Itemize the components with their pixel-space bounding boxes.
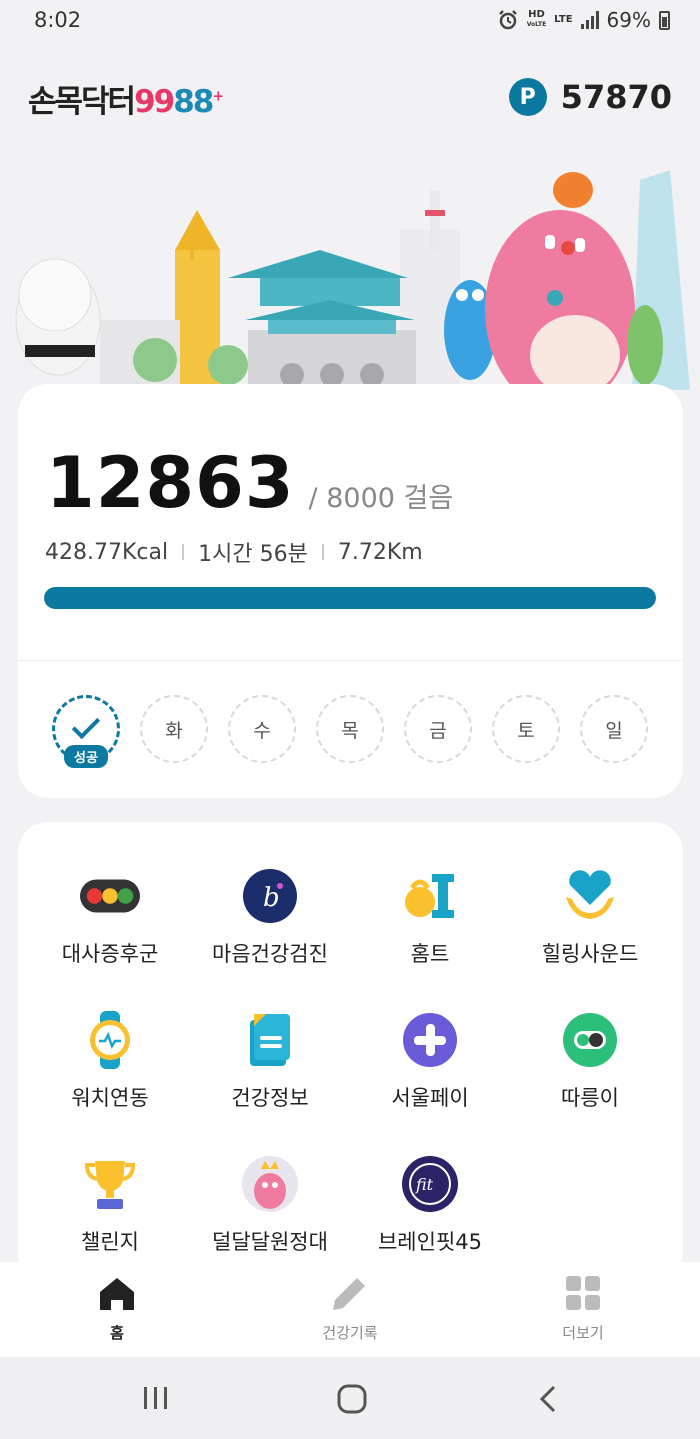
- hero-illustration: [15, 170, 690, 390]
- day-sunday[interactable]: 일: [580, 695, 648, 763]
- card-divider: [18, 660, 683, 661]
- menu-label: 챌린지: [81, 1230, 139, 1254]
- step-goal: / 8000 걸음: [308, 483, 454, 514]
- nav-health-record[interactable]: 건강기록: [290, 1276, 410, 1343]
- recent-apps-button[interactable]: [142, 1385, 170, 1411]
- alarm-icon: [498, 10, 517, 30]
- check-icon: [71, 710, 101, 740]
- menu-label: 서울페이: [391, 1086, 469, 1110]
- bike-toggle-icon: [560, 1010, 620, 1070]
- logo-number-a: 99: [134, 84, 175, 120]
- svg-text:b: b: [263, 883, 280, 913]
- day-thursday[interactable]: 목: [316, 695, 384, 763]
- status-icons: HD VoLTE LTE 69%: [497, 8, 670, 32]
- bottom-nav: 홈 건강기록 더보기: [0, 1262, 700, 1357]
- step-count-row: 12863 / 8000 걸음: [46, 442, 453, 524]
- duration-value: 1시간 56분: [198, 542, 308, 567]
- day-tuesday[interactable]: 화: [140, 695, 208, 763]
- nav-label: 더보기: [562, 1324, 604, 1342]
- weekly-status: 성공 화 수 목 금 토 일: [52, 695, 648, 768]
- menu-label: 덜달달원정대: [212, 1230, 328, 1254]
- points-value: 57870: [560, 78, 672, 116]
- point-icon: P: [508, 78, 547, 116]
- document-icon: [240, 1010, 300, 1070]
- step-progress-fill: [44, 587, 656, 609]
- step-count: 12863: [46, 442, 295, 524]
- day-friday[interactable]: 금: [404, 695, 472, 763]
- stat-divider: [182, 544, 185, 560]
- menu-label: 워치연동: [71, 1086, 149, 1110]
- menu-metabolic-syndrome[interactable]: 대사증후군: [30, 866, 190, 968]
- menu-healing-sound[interactable]: 힐링사운드: [510, 866, 670, 968]
- points-display[interactable]: P 57870: [508, 78, 672, 116]
- menu-card: 대사증후군 b 마음건강검진 홈트 힐링사운드 워치연동 건강정보 서울페이 따…: [18, 822, 683, 1282]
- nav-home[interactable]: 홈: [57, 1276, 177, 1343]
- app-logo[interactable]: 손목닥터9988+: [28, 76, 224, 121]
- nav-label: 건강기록: [322, 1324, 378, 1342]
- menu-deoldaldal[interactable]: 덜달달원정대: [190, 1154, 350, 1256]
- day-wednesday[interactable]: 수: [228, 695, 296, 763]
- lte-indicator: LTE: [554, 14, 573, 25]
- menu-label: 브레인핏45: [377, 1230, 482, 1254]
- status-time: 8:02: [34, 8, 82, 32]
- grid-icon: [566, 1276, 600, 1310]
- menu-label: 힐링사운드: [541, 942, 639, 966]
- system-nav-bar: [0, 1357, 700, 1439]
- success-badge: 성공: [64, 745, 108, 768]
- pencil-icon: [333, 1278, 365, 1310]
- signal-icon: [580, 11, 599, 29]
- logo-plus: +: [212, 88, 224, 105]
- nav-label: 홈: [110, 1324, 124, 1342]
- brainfit-icon: fit: [400, 1154, 460, 1214]
- menu-seoul-pay[interactable]: 서울페이: [350, 1010, 510, 1112]
- menu-home-training[interactable]: 홈트: [350, 866, 510, 968]
- menu-label: 건강정보: [231, 1086, 309, 1110]
- home-button[interactable]: [337, 1384, 367, 1414]
- logo-text: 손목닥터: [28, 84, 136, 120]
- stat-divider: [321, 544, 324, 560]
- character-icon: [240, 1154, 300, 1214]
- menu-label: 대사증후군: [61, 942, 159, 966]
- traffic-light-icon: [80, 866, 140, 926]
- battery-percent: 69%: [606, 8, 651, 32]
- kettlebell-icon: [400, 866, 460, 926]
- svg-text:fit: fit: [415, 1175, 434, 1194]
- hd-voice-indicator: HD VoLTE: [526, 9, 547, 29]
- logo-number-b: 88: [173, 84, 214, 120]
- back-button[interactable]: [538, 1385, 558, 1413]
- menu-ddareungi[interactable]: 따릉이: [510, 1010, 670, 1112]
- step-card[interactable]: 12863 / 8000 걸음 428.77Kcal 1시간 56분 7.72K…: [18, 384, 683, 798]
- status-bar: 8:02 HD VoLTE LTE 69%: [0, 0, 700, 44]
- menu-label: 마음건강검진: [212, 942, 328, 966]
- plus-circle-icon: [400, 1010, 460, 1070]
- menu-watch-sync[interactable]: 워치연동: [30, 1010, 190, 1112]
- trophy-icon: [80, 1154, 140, 1214]
- nav-more[interactable]: 더보기: [523, 1276, 643, 1343]
- menu-challenge[interactable]: 챌린지: [30, 1154, 190, 1256]
- day-saturday[interactable]: 토: [492, 695, 560, 763]
- heart-hands-icon: [560, 866, 620, 926]
- home-icon: [100, 1278, 134, 1310]
- smartwatch-icon: [80, 1010, 140, 1070]
- menu-brainfit45[interactable]: fit 브레인핏45: [350, 1154, 510, 1256]
- calories-value: 428.77Kcal: [45, 539, 169, 565]
- distance-value: 7.72Km: [337, 539, 423, 565]
- mind-check-icon: b: [240, 866, 300, 926]
- menu-health-info[interactable]: 건강정보: [190, 1010, 350, 1112]
- step-stats: 428.77Kcal 1시간 56분 7.72Km: [45, 536, 423, 568]
- battery-icon: [659, 10, 670, 30]
- step-progress-bar: [44, 587, 656, 609]
- day-monday[interactable]: 성공: [52, 695, 120, 768]
- menu-mind-check[interactable]: b 마음건강검진: [190, 866, 350, 968]
- menu-label: 따릉이: [561, 1086, 619, 1110]
- menu-label: 홈트: [410, 942, 450, 966]
